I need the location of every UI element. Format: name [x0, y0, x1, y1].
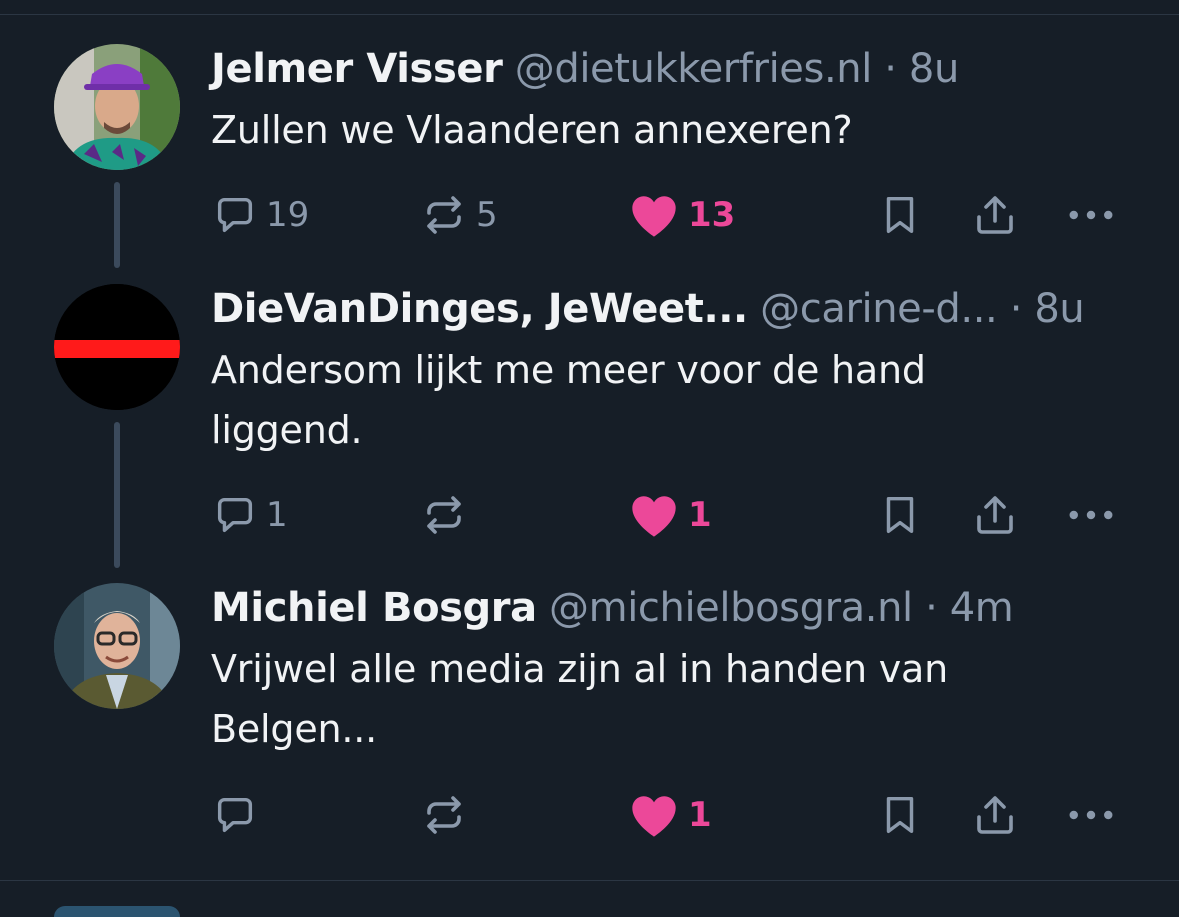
like-button[interactable]: 1 — [628, 490, 712, 540]
timestamp[interactable]: 8u — [909, 46, 959, 92]
bookmark-icon — [886, 496, 914, 534]
like-count: 1 — [688, 795, 712, 835]
author-handle[interactable]: @michielbosgra.nl — [549, 585, 913, 631]
author-name[interactable]: DieVanDinges, JeWeet... — [211, 286, 748, 332]
bookmark-icon — [886, 796, 914, 834]
repost-button[interactable] — [420, 790, 476, 840]
post-text: Zullen we Vlaanderen annexeren? — [211, 108, 853, 152]
separator: · — [925, 585, 938, 631]
timestamp[interactable]: 8u — [1034, 286, 1084, 332]
bottom-divider — [0, 880, 1179, 881]
bookmark-button[interactable] — [877, 790, 923, 840]
repost-icon — [427, 796, 461, 834]
reply-button[interactable] — [212, 790, 266, 840]
repost-icon — [427, 496, 461, 534]
more-icon — [1069, 810, 1113, 820]
heart-icon — [632, 496, 676, 537]
repost-button[interactable]: 5 — [420, 190, 498, 240]
separator: · — [884, 46, 897, 92]
timestamp[interactable]: 4m — [950, 585, 1014, 631]
share-button[interactable] — [971, 790, 1019, 840]
reply-count: 1 — [266, 495, 288, 535]
reply-count: 19 — [266, 195, 310, 235]
more-options-button[interactable] — [1066, 490, 1116, 540]
heart-icon — [632, 796, 676, 837]
bookmark-button[interactable] — [877, 490, 923, 540]
post-text: Andersom lijkt me meer voor de hand ligg… — [211, 348, 926, 452]
top-divider — [0, 14, 1179, 15]
author-name[interactable]: Jelmer Visser — [211, 46, 503, 92]
reply-icon — [217, 797, 253, 833]
bookmark-icon — [886, 196, 914, 234]
share-icon — [977, 496, 1013, 534]
more-icon — [1069, 210, 1113, 220]
bookmark-button[interactable] — [877, 190, 923, 240]
more-icon — [1069, 510, 1113, 520]
separator: · — [1009, 286, 1023, 332]
post-text: Vrijwel alle media zijn al in handen van… — [211, 647, 948, 751]
post-header: Michiel Bosgra @michielbosgra.nl · 4m — [211, 579, 1139, 637]
share-button[interactable] — [971, 490, 1019, 540]
share-icon — [977, 196, 1013, 234]
like-count: 13 — [688, 195, 736, 235]
avatar[interactable] — [54, 44, 180, 170]
reply-button[interactable]: 1 — [212, 490, 288, 540]
share-button[interactable] — [971, 190, 1019, 240]
author-handle[interactable]: @dietukkerfries.nl — [515, 46, 873, 92]
post-header: Jelmer Visser @dietukkerfries.nl · 8u — [211, 40, 1139, 98]
reply-button[interactable]: 19 — [212, 190, 309, 240]
heart-icon — [632, 196, 676, 237]
repost-count: 5 — [476, 195, 498, 235]
more-options-button[interactable] — [1066, 790, 1116, 840]
avatar[interactable] — [54, 284, 180, 410]
like-button[interactable]: 13 — [628, 190, 735, 240]
share-icon — [977, 796, 1013, 834]
reply-icon — [217, 497, 253, 533]
avatar[interactable] — [54, 583, 180, 709]
like-count: 1 — [688, 495, 712, 535]
more-options-button[interactable] — [1066, 190, 1116, 240]
avatar[interactable] — [54, 906, 180, 917]
post-header: DieVanDinges, JeWeet... @carine-d... · 8… — [211, 280, 1139, 338]
repost-icon — [427, 196, 461, 234]
author-handle[interactable]: @carine-d... — [760, 286, 998, 332]
like-button[interactable]: 1 — [628, 790, 712, 840]
author-name[interactable]: Michiel Bosgra — [211, 585, 537, 631]
repost-button[interactable] — [420, 490, 476, 540]
thread-view: Jelmer Visser @dietukkerfries.nl · 8u Zu… — [0, 0, 1179, 917]
reply-icon — [217, 197, 253, 233]
